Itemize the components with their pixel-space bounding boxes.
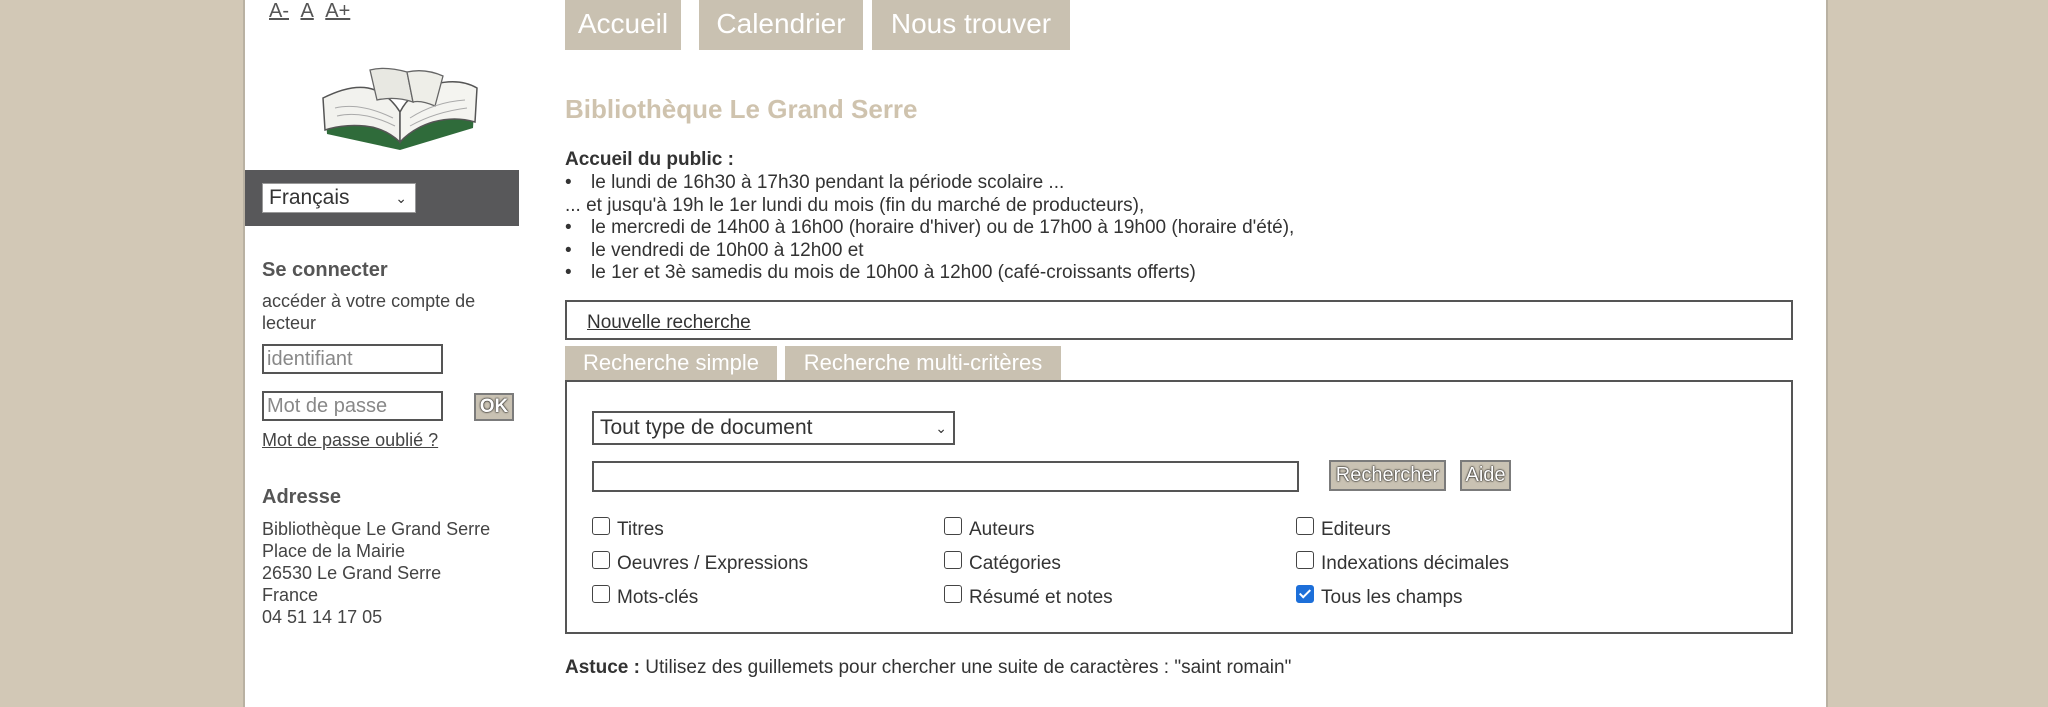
list-item: ... et jusqu'à 19h le 1er lundi du mois … xyxy=(565,194,1145,216)
checkbox-box-checked[interactable] xyxy=(1296,585,1314,603)
checkbox-label: Auteurs xyxy=(969,519,1035,540)
checkbox-box[interactable] xyxy=(592,551,610,569)
new-search-bar: Nouvelle recherche xyxy=(565,300,1793,340)
opening-hours-heading: Accueil du public : xyxy=(565,149,734,170)
search-tip: Astuce : Utilisez des guillemets pour ch… xyxy=(565,657,1291,679)
checkbox-box[interactable] xyxy=(1296,517,1314,535)
address-block: Bibliothèque Le Grand Serre Place de la … xyxy=(262,518,490,628)
search-input[interactable] xyxy=(592,461,1299,492)
address-line: Place de la Mairie xyxy=(262,541,406,561)
checkbox-box[interactable] xyxy=(944,517,962,535)
nav-tab-accueil[interactable]: Accueil xyxy=(565,0,681,50)
checkbox-box[interactable] xyxy=(592,517,610,535)
library-title: Bibliothèque Le Grand Serre xyxy=(565,94,918,124)
checkbox-box[interactable] xyxy=(592,585,610,603)
address-line: France xyxy=(262,585,319,605)
chevron-down-icon: ⌄ xyxy=(935,420,947,436)
checkbox-label: Editeurs xyxy=(1321,519,1391,540)
password-input[interactable]: Mot de passe xyxy=(262,391,443,421)
help-button[interactable]: Aide xyxy=(1460,460,1511,491)
language-bar: Français ⌄ xyxy=(245,170,519,226)
checkbox-label: Oeuvres / Expressions xyxy=(617,553,809,574)
document-type-selected-value: Tout type de document xyxy=(600,416,813,439)
login-subtitle: accéder à votre compte de lecteur xyxy=(262,291,476,333)
tip-label: Astuce : xyxy=(565,657,640,678)
language-select[interactable]: Français ⌄ xyxy=(262,183,416,213)
document-type-select[interactable]: Tout type de document ⌄ xyxy=(592,411,955,445)
list-item: le vendredi de 10h00 à 12h00 et xyxy=(565,240,1294,263)
tab-multi-criteria-search[interactable]: Recherche multi-critères xyxy=(785,346,1061,381)
opening-hours-list: le lundi de 16h30 à 17h30 pendant la pér… xyxy=(565,172,1294,285)
tip-text: Utilisez des guillemets pour chercher un… xyxy=(645,657,1292,678)
login-ok-button[interactable]: OK xyxy=(474,393,514,421)
checkbox-label: Indexations décimales xyxy=(1321,553,1509,574)
nav-tab-nous-trouver[interactable]: Nous trouver xyxy=(872,0,1070,50)
main-content: Accueil Calendrier Nous trouver Biblioth… xyxy=(565,0,1795,707)
list-item: le mercredi de 14h00 à 16h00 (horaire d'… xyxy=(565,217,1294,240)
open-book-logo xyxy=(322,67,478,150)
search-panel: Tout type de document ⌄ Rechercher Aide … xyxy=(565,380,1793,634)
username-input[interactable]: identifiant xyxy=(262,344,443,374)
font-decrease-link[interactable]: A- xyxy=(269,0,289,22)
address-heading: Adresse xyxy=(262,486,341,508)
address-phone: 04 51 14 17 05 xyxy=(262,607,383,627)
address-line: 26530 Le Grand Serre xyxy=(262,563,442,583)
tab-simple-search[interactable]: Recherche simple xyxy=(565,346,777,381)
list-item: le lundi de 16h30 à 17h30 pendant la pér… xyxy=(565,172,1294,195)
checkbox-label: Résumé et notes xyxy=(969,587,1113,608)
checkbox-box[interactable] xyxy=(944,585,962,603)
checkbox-box[interactable] xyxy=(944,551,962,569)
address-line: Bibliothèque Le Grand Serre xyxy=(262,519,491,539)
forgot-password-link[interactable]: Mot de passe oublié ? xyxy=(262,430,438,451)
checkbox-label: Titres xyxy=(617,519,664,540)
font-increase-link[interactable]: A+ xyxy=(325,0,350,22)
list-item: le 1er et 3è samedis du mois de 10h00 à … xyxy=(565,262,1294,285)
nav-tab-calendrier[interactable]: Calendrier xyxy=(699,0,863,50)
login-heading: Se connecter xyxy=(262,259,388,281)
checkbox-label: Catégories xyxy=(969,553,1061,574)
font-reset-link[interactable]: A xyxy=(300,0,313,22)
language-selected-value: Français xyxy=(269,186,350,209)
chevron-down-icon: ⌄ xyxy=(395,190,407,206)
search-button[interactable]: Rechercher xyxy=(1329,460,1446,491)
checkbox-box[interactable] xyxy=(1296,551,1314,569)
page-container: A- A A+ Français ⌄ Se connecter accéder … xyxy=(243,0,1828,707)
sidebar: A- A A+ Français ⌄ Se connecter accéder … xyxy=(245,0,519,707)
checkbox-label: Tous les champs xyxy=(1321,587,1463,608)
font-size-controls: A- A A+ xyxy=(269,0,357,23)
new-search-link[interactable]: Nouvelle recherche xyxy=(587,312,751,334)
checkbox-label: Mots-clés xyxy=(617,587,699,608)
